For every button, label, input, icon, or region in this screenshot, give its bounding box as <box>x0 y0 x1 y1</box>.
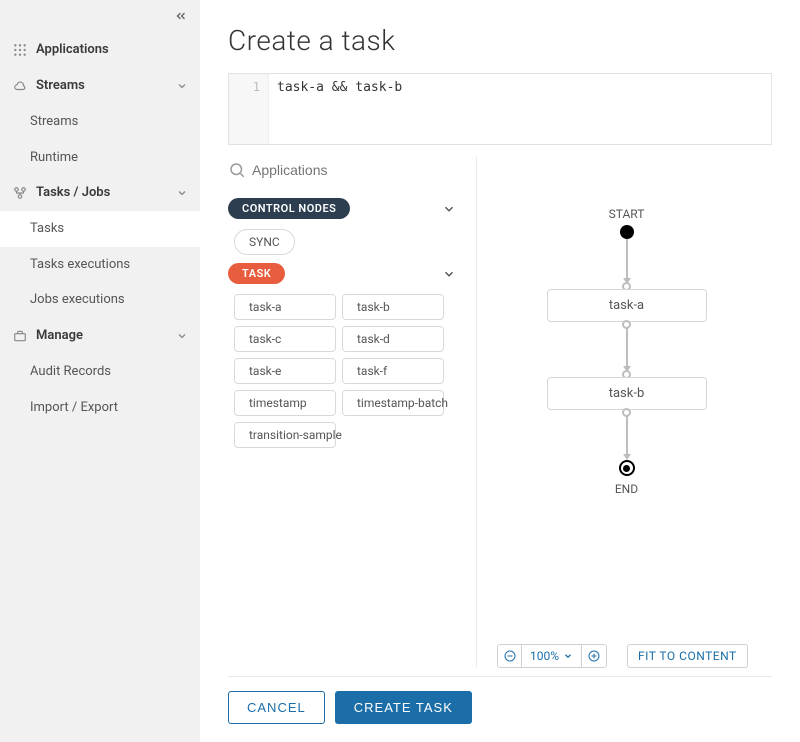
flow-connector <box>626 239 628 279</box>
zoom-in-button[interactable] <box>582 645 606 667</box>
canvas-wrap: START task-a task-b <box>476 157 772 668</box>
sidebar-label: Runtime <box>30 150 188 166</box>
sidebar-item-import-export[interactable]: Import / Export <box>0 390 200 426</box>
zoom-value-dropdown[interactable]: 100% <box>522 645 582 667</box>
cloud-icon <box>12 78 28 94</box>
grid-icon <box>12 42 28 58</box>
sidebar-label: Tasks executions <box>30 257 188 273</box>
category-label: TASK <box>228 263 285 284</box>
sidebar-item-applications[interactable]: Applications <box>0 32 200 68</box>
chevron-down-icon <box>176 80 188 92</box>
sidebar-item-manage[interactable]: Manage <box>0 318 200 354</box>
zoom-control: 100% <box>497 644 607 668</box>
chevron-down-icon <box>442 202 456 216</box>
footer-actions: CANCEL CREATE TASK <box>228 676 772 724</box>
fit-to-content-button[interactable]: FIT TO CONTENT <box>627 644 748 668</box>
canvas[interactable]: START task-a task-b <box>481 157 772 636</box>
flow-connector <box>626 415 628 455</box>
sidebar-label: Tasks <box>30 221 188 237</box>
main-content: Create a task 1 task-a && task-b CONTROL… <box>200 0 800 742</box>
minus-circle-icon <box>504 650 516 662</box>
flow-connector <box>626 327 628 367</box>
search-input[interactable] <box>252 162 458 178</box>
palette-item-transition-sample[interactable]: transition-sample <box>234 422 336 448</box>
palette-item-task-c[interactable]: task-c <box>234 326 336 352</box>
page-title: Create a task <box>228 24 772 57</box>
sidebar-item-audit-records[interactable]: Audit Records <box>0 354 200 390</box>
palette-item-timestamp[interactable]: timestamp <box>234 390 336 416</box>
zoom-out-button[interactable] <box>498 645 522 667</box>
palette: CONTROL NODES SYNC TASK <box>228 157 458 668</box>
collapse-sidebar-button[interactable] <box>0 0 200 32</box>
category-label: CONTROL NODES <box>228 198 350 219</box>
line-number: 1 <box>253 80 260 94</box>
plus-circle-icon <box>588 650 600 662</box>
zoom-value: 100% <box>530 649 559 663</box>
palette-item-sync[interactable]: SYNC <box>234 229 295 255</box>
palette-item-task-a[interactable]: task-a <box>234 294 336 320</box>
flow-node-task-b[interactable]: task-b <box>547 377 707 410</box>
flow-end-label: END <box>615 482 638 496</box>
sidebar-item-runtime[interactable]: Runtime <box>0 140 200 176</box>
sidebar-item-tasks-jobs[interactable]: Tasks / Jobs <box>0 175 200 211</box>
end-node[interactable] <box>619 460 635 476</box>
palette-item-timestamp-batch[interactable]: timestamp-batch <box>342 390 444 416</box>
search-icon <box>228 161 246 179</box>
chevron-down-icon <box>563 651 573 661</box>
sidebar-label: Streams <box>30 114 188 130</box>
toolbox-icon <box>12 328 28 344</box>
start-node[interactable] <box>620 225 634 239</box>
sidebar-label: Streams <box>36 78 176 94</box>
sidebar-label: Tasks / Jobs <box>36 185 176 201</box>
sidebar-item-jobs-executions[interactable]: Jobs executions <box>0 282 200 318</box>
category-control-nodes-header[interactable]: CONTROL NODES <box>228 198 458 219</box>
sidebar: Applications Streams Streams Runtime <box>0 0 200 742</box>
sidebar-item-streams-sub[interactable]: Streams <box>0 104 200 140</box>
code-editor[interactable]: 1 task-a && task-b <box>228 73 772 145</box>
sidebar-item-tasks[interactable]: Tasks <box>0 211 200 247</box>
palette-item-task-d[interactable]: task-d <box>342 326 444 352</box>
palette-item-task-f[interactable]: task-f <box>342 358 444 384</box>
chevron-down-icon <box>176 187 188 199</box>
sidebar-label: Applications <box>36 42 188 58</box>
flow-node-task-a[interactable]: task-a <box>547 289 707 322</box>
chevron-double-left-icon <box>174 9 188 23</box>
sidebar-label: Jobs executions <box>30 292 188 308</box>
editor-content[interactable]: task-a && task-b <box>269 74 771 144</box>
sidebar-label: Import / Export <box>30 400 188 416</box>
chevron-down-icon <box>442 267 456 281</box>
category-task-header[interactable]: TASK <box>228 263 458 284</box>
editor-gutter: 1 <box>229 74 269 144</box>
chevron-down-icon <box>176 330 188 342</box>
flow-start-label: START <box>609 207 645 221</box>
palette-item-task-e[interactable]: task-e <box>234 358 336 384</box>
sidebar-label: Manage <box>36 328 176 344</box>
canvas-toolbar: 100% FIT TO CONTENT <box>481 636 772 668</box>
sidebar-label: Audit Records <box>30 364 188 380</box>
fit-label: FIT TO CONTENT <box>638 649 737 663</box>
palette-item-task-b[interactable]: task-b <box>342 294 444 320</box>
cancel-button[interactable]: CANCEL <box>228 691 325 724</box>
create-task-button[interactable]: CREATE TASK <box>335 691 472 724</box>
sidebar-item-streams[interactable]: Streams <box>0 68 200 104</box>
tasks-icon <box>12 185 28 201</box>
sidebar-item-tasks-executions[interactable]: Tasks executions <box>0 247 200 283</box>
